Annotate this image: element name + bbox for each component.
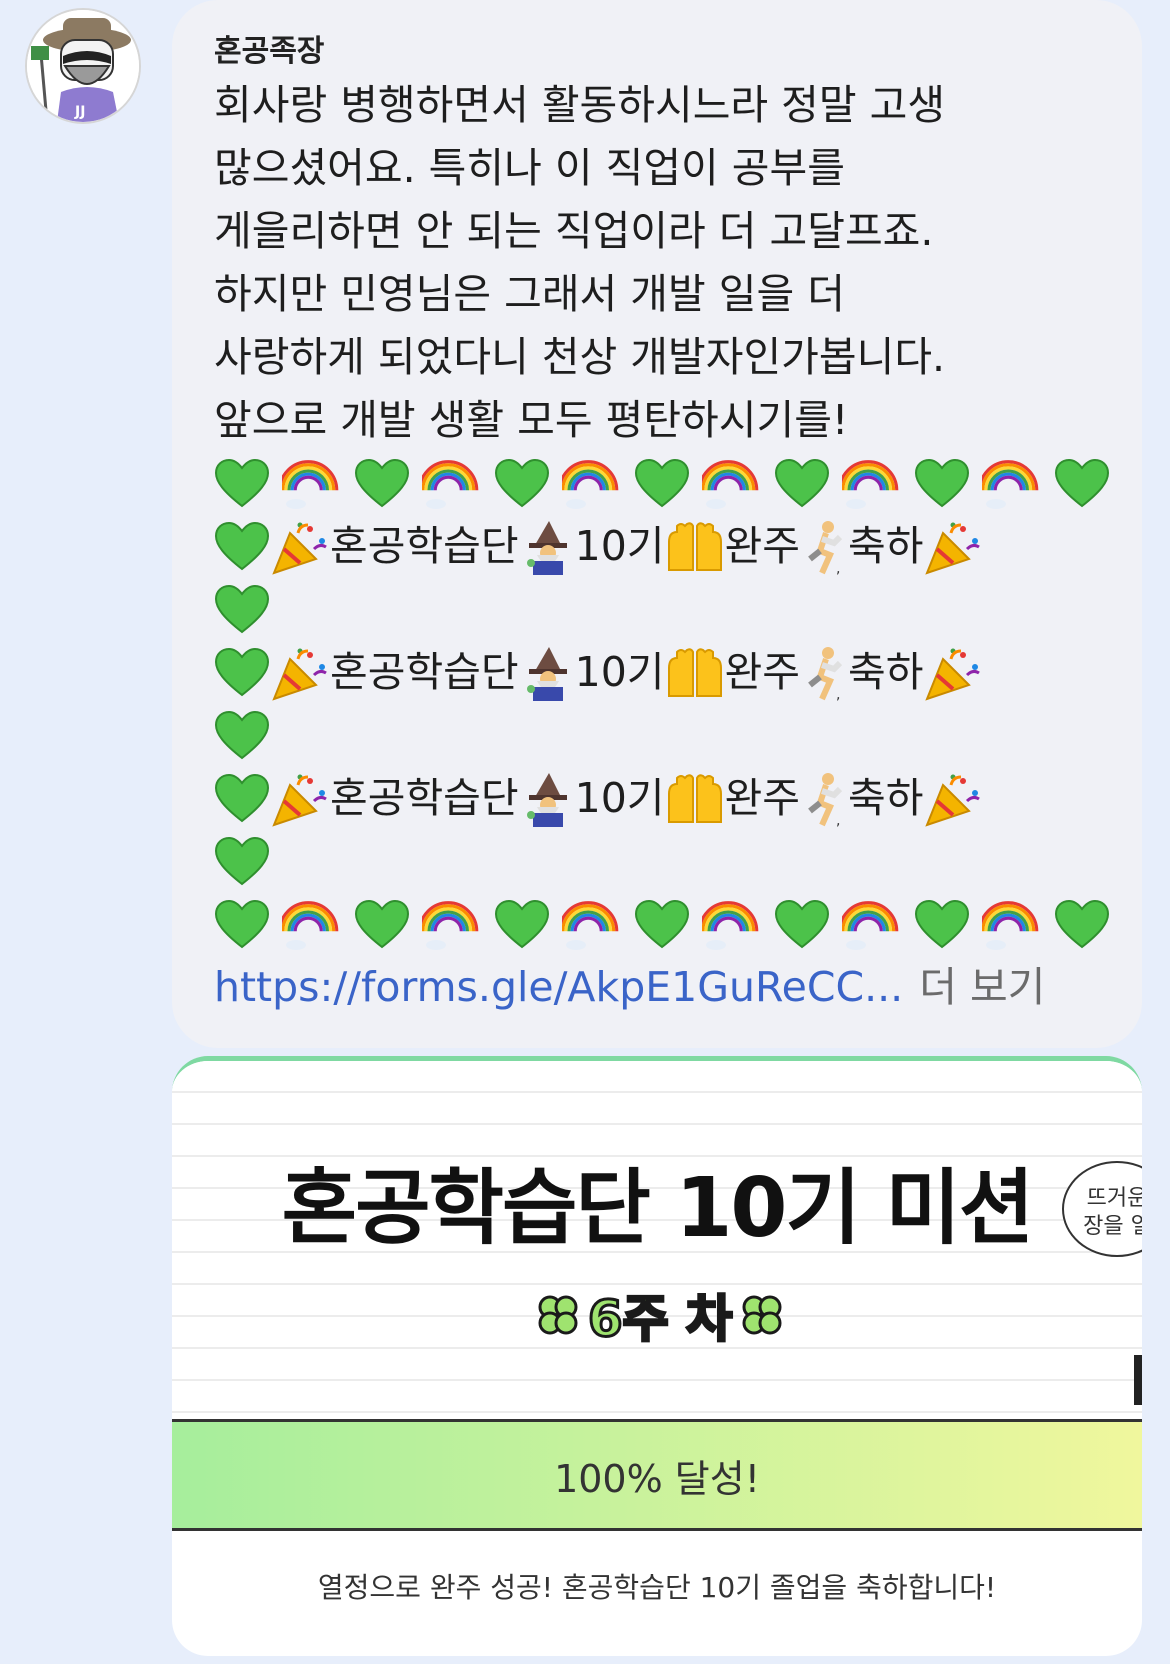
rainbow-icon bbox=[842, 900, 899, 950]
rainbow-icon bbox=[842, 459, 899, 509]
heart-row bbox=[214, 830, 1142, 893]
sender-avatar[interactable]: JJ bbox=[25, 8, 141, 124]
green-heart-icon bbox=[354, 458, 410, 507]
green-heart-icon bbox=[1054, 899, 1110, 948]
green-heart-icon bbox=[214, 773, 270, 822]
green-heart-icon bbox=[214, 584, 270, 633]
celebrate-finish: 완주 bbox=[724, 522, 800, 570]
raised-hands-icon bbox=[667, 521, 722, 571]
heart-rainbow-row bbox=[214, 893, 1142, 956]
rainbow-icon bbox=[282, 900, 339, 950]
celebrate-finish: 완주 bbox=[724, 648, 800, 696]
green-heart-icon bbox=[214, 836, 270, 885]
link-preview-card[interactable]: 혼공학습단 10기 미션 6주 차 뜨거운 장을 일 100% 달성! 열정으로… bbox=[172, 1056, 1142, 1656]
wizard-icon bbox=[526, 520, 567, 575]
green-heart-icon bbox=[1054, 458, 1110, 507]
week-badge: 6주 차 bbox=[510, 1275, 810, 1355]
raised-hands-icon bbox=[667, 773, 722, 823]
party-popper-icon bbox=[272, 774, 327, 827]
sender-name: 혼공족장 bbox=[214, 34, 325, 69]
green-heart-icon bbox=[774, 899, 830, 948]
week-label: 6주 차 bbox=[586, 1289, 733, 1350]
celebrate-name: 혼공학습단 bbox=[330, 648, 519, 696]
message-line: 하지만 민영님은 그래서 개발 일을 더 bbox=[214, 270, 845, 318]
celebrate-generation: 10기 bbox=[574, 522, 665, 570]
rainbow-icon bbox=[702, 459, 759, 509]
heart-row bbox=[214, 704, 1142, 767]
message-text: 회사랑 병행하면서 활동하시느라 정말 고생 많으셨어요. 특히나 이 직업이 … bbox=[214, 74, 1142, 1019]
rainbow-icon bbox=[282, 459, 339, 509]
celebrate-name: 혼공학습단 bbox=[330, 774, 519, 822]
green-heart-icon bbox=[214, 458, 270, 507]
progress-label: 100% 달성! bbox=[554, 1456, 760, 1501]
card-caption: 열정으로 완주 성공! 혼공학습단 10기 졸업을 축하합니다! bbox=[317, 1571, 997, 1604]
green-heart-icon bbox=[214, 899, 270, 948]
party-popper-icon bbox=[925, 648, 981, 701]
wizard-icon bbox=[526, 772, 567, 827]
svg-text:,: , bbox=[836, 813, 840, 827]
rainbow-icon bbox=[982, 900, 1039, 950]
cropped-mark bbox=[1134, 1355, 1142, 1405]
avatar-label: JJ bbox=[74, 104, 85, 120]
green-heart-icon bbox=[214, 521, 270, 570]
green-heart-icon bbox=[634, 899, 690, 948]
clover-icon bbox=[538, 1295, 578, 1335]
message-line: 사랑하게 되었다니 천상 개발자인가봅니다. bbox=[214, 333, 946, 381]
rainbow-icon bbox=[562, 459, 619, 509]
rainbow-icon bbox=[702, 900, 759, 950]
avatar-illustration: JJ bbox=[27, 10, 139, 122]
party-popper-icon bbox=[272, 648, 327, 701]
green-heart-icon bbox=[494, 899, 550, 948]
celebrate-congrats: 축하 bbox=[847, 522, 924, 570]
rainbow-icon bbox=[562, 900, 619, 950]
green-heart-icon bbox=[214, 710, 270, 759]
message-line: 많으셨어요. 특히나 이 직업이 공부를 bbox=[214, 144, 845, 192]
party-popper-icon bbox=[925, 774, 981, 827]
celebrate-line: 혼공학습단 10기 완주, 축하 bbox=[214, 767, 1142, 830]
see-more-button[interactable]: 더 보기 bbox=[919, 956, 1045, 1019]
celebrate-line: 혼공학습단 10기 완주, 축하 bbox=[214, 515, 1142, 578]
celebrate-name: 혼공학습단 bbox=[330, 522, 519, 570]
green-heart-icon bbox=[494, 458, 550, 507]
party-popper-icon bbox=[925, 522, 981, 575]
rainbow-icon bbox=[422, 900, 479, 950]
green-heart-icon bbox=[354, 899, 410, 948]
celebrate-finish: 완주 bbox=[724, 774, 800, 822]
svg-text:,: , bbox=[836, 561, 840, 575]
wizard-icon bbox=[526, 646, 567, 701]
green-heart-icon bbox=[914, 458, 970, 507]
green-heart-icon bbox=[634, 458, 690, 507]
celebrate-congrats: 축하 bbox=[847, 774, 924, 822]
celebrate-generation: 10기 bbox=[574, 648, 665, 696]
svg-text:,: , bbox=[836, 687, 840, 701]
party-popper-icon bbox=[272, 522, 327, 575]
celebrate-congrats: 축하 bbox=[847, 648, 924, 696]
progress-banner: 100% 달성! bbox=[172, 1419, 1142, 1531]
celebrate-generation: 10기 bbox=[574, 774, 665, 822]
celebrate-line: 혼공학습단 10기 완주, 축하 bbox=[214, 641, 1142, 704]
rainbow-icon bbox=[422, 459, 479, 509]
message-line: 게을리하면 안 되는 직업이라 더 고달프죠. bbox=[214, 207, 934, 255]
card-title: 혼공학습단 10기 미션 bbox=[281, 1161, 1035, 1256]
message-line: 앞으로 개발 생활 모두 평탄하시기를! bbox=[214, 396, 849, 444]
rainbow-icon bbox=[982, 459, 1039, 509]
runner-icon: , bbox=[808, 520, 843, 575]
green-heart-icon bbox=[774, 458, 830, 507]
green-heart-icon bbox=[214, 647, 270, 696]
clover-icon bbox=[742, 1295, 782, 1335]
runner-icon: , bbox=[808, 772, 843, 827]
green-heart-icon bbox=[914, 899, 970, 948]
form-link[interactable]: https://forms.gle/AkpE1GuReCC... bbox=[214, 956, 903, 1019]
link-row: https://forms.gle/AkpE1GuReCC... 더 보기 bbox=[214, 956, 1142, 1019]
message-bubble[interactable]: 혼공족장 회사랑 병행하면서 활동하시느라 정말 고생 많으셨어요. 특히나 이… bbox=[172, 0, 1142, 1048]
heart-row bbox=[214, 578, 1142, 641]
raised-hands-icon bbox=[667, 647, 722, 697]
message-line: 회사랑 병행하면서 활동하시느라 정말 고생 bbox=[214, 81, 946, 129]
runner-icon: , bbox=[808, 646, 843, 701]
heart-rainbow-row bbox=[214, 452, 1142, 515]
